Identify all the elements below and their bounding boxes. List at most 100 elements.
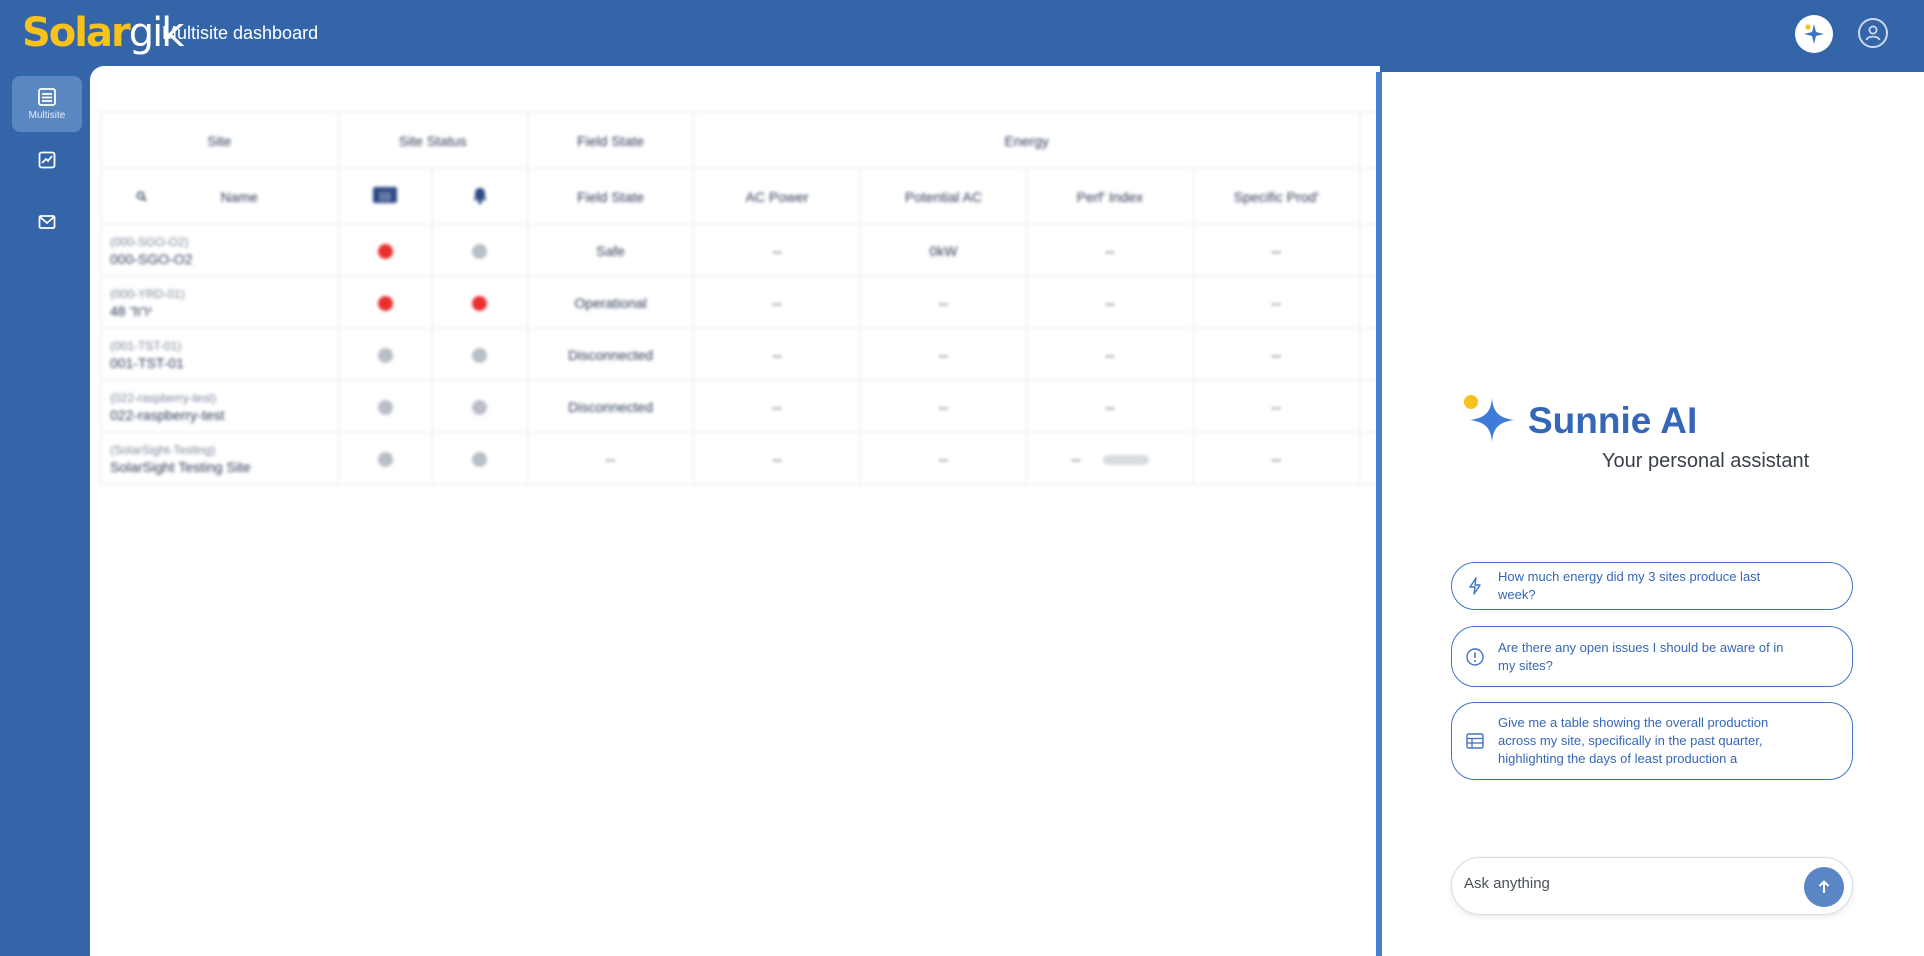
status-dot-grey	[377, 451, 393, 467]
alert-icon	[1452, 647, 1498, 667]
sparkle-icon	[1804, 24, 1824, 44]
status-dot-grey	[472, 243, 488, 259]
field-state-cell: Safe	[526, 224, 695, 277]
perf-index-value: --	[1071, 450, 1081, 467]
suggestion-text: How much energy did my 3 sites produce l…	[1498, 569, 1761, 602]
ask-input[interactable]	[1464, 875, 1784, 892]
nav-label-multisite: Multisite	[28, 110, 66, 121]
status-dot-grey	[472, 347, 488, 363]
field-state-cell: --	[526, 432, 695, 485]
search-icon[interactable]	[124, 189, 160, 205]
ask-anything-box	[1451, 857, 1853, 915]
perf-index-cell: --	[1026, 432, 1194, 485]
user-profile-button[interactable]	[1858, 18, 1888, 48]
nav-item-multisite[interactable]: Multisite	[12, 76, 82, 132]
site-cell[interactable]: (SolarSight-Testing) SolarSight Testing S…	[100, 432, 339, 485]
table-row[interactable]: (000-YRD-01) ירוד 48 Operational -- -- --…	[100, 276, 1380, 329]
status-dot-red	[377, 295, 393, 311]
column-header-name[interactable]: Name	[100, 168, 339, 225]
status-cell	[337, 380, 434, 433]
bolt-icon	[1452, 577, 1498, 595]
site-name: ירוד 48	[110, 302, 152, 319]
site-cell[interactable]: (001-TST-01) 001-TST-01	[100, 328, 339, 381]
nav-item-reports[interactable]	[12, 140, 82, 180]
status-cell	[432, 276, 528, 329]
column-header-ac-power[interactable]: AC Power	[693, 168, 861, 225]
column-header-perf-index[interactable]: Perf' Index	[1026, 168, 1194, 225]
site-code: (001-TST-01)	[110, 338, 182, 353]
table-row[interactable]: (001-TST-01) 001-TST-01 Disconnected -- -…	[100, 328, 1380, 381]
status-dot-red	[472, 295, 488, 311]
sites-table: Site Site Status Field State Energy Name	[100, 112, 1380, 485]
status-cell	[337, 328, 434, 381]
site-name: 001-TST-01	[110, 354, 184, 371]
solargik-logo[interactable]: Solargik	[22, 10, 184, 56]
group-header-site: Site	[100, 112, 339, 169]
potential-ac-cell: 0kW	[859, 224, 1028, 277]
communication-status-icon: ||||	[373, 187, 398, 203]
sites-table-container: Site Site Status Field State Energy Name	[100, 112, 1380, 485]
field-state-cell: Disconnected	[526, 328, 695, 381]
assistant-panel: Sunnie AI Your personal assistant How mu…	[1376, 72, 1924, 956]
perf-index-bar	[1102, 454, 1149, 465]
assistant-branding: Sunnie AI Your personal assistant	[1462, 392, 1862, 492]
arrow-up-icon	[1818, 880, 1830, 893]
site-code: (022-raspberry-test)	[110, 390, 217, 405]
status-dot-grey	[472, 399, 488, 415]
site-cell[interactable]: (000-SGO-O2) 000-SGO-O2	[100, 224, 339, 277]
column-header-field-state[interactable]: Field State	[526, 168, 695, 225]
suggestion-chip[interactable]: Give me a table showing the overall prod…	[1451, 702, 1853, 780]
top-bar: Solargik Multisite dashboard	[0, 0, 1924, 66]
column-header-status-comm[interactable]: ||||	[337, 168, 434, 225]
potential-ac-cell: --	[859, 380, 1028, 433]
site-code: (000-YRD-01)	[110, 286, 185, 301]
status-dot-grey	[377, 347, 393, 363]
perf-index-cell: --	[1026, 276, 1194, 329]
column-header-specific-prod[interactable]: Specific Prod'	[1192, 168, 1361, 225]
status-dot-grey	[377, 399, 393, 415]
mail-icon	[38, 215, 56, 229]
status-cell	[337, 432, 434, 485]
reports-icon	[38, 151, 56, 169]
table-icon	[1452, 732, 1498, 750]
column-label-name: Name	[220, 188, 258, 205]
field-state-cell: Operational	[526, 276, 695, 329]
specific-prod-cell: --	[1192, 224, 1361, 277]
column-header-status-alerts[interactable]	[432, 168, 528, 225]
status-cell	[432, 432, 528, 485]
bell-icon	[472, 188, 487, 204]
sparkle-icon	[1464, 395, 1514, 442]
ac-power-cell: --	[693, 224, 861, 277]
specific-prod-cell: --	[1192, 328, 1361, 381]
status-cell	[337, 276, 434, 329]
ai-assistant-button[interactable]	[1795, 15, 1833, 53]
ac-power-cell: --	[693, 380, 861, 433]
status-dot-red	[377, 243, 393, 259]
app-title: Multisite dashboard	[162, 23, 319, 43]
table-row[interactable]: (000-SGO-O2) 000-SGO-O2 Safe -- 0kW -- --	[100, 224, 1380, 277]
suggestion-chip[interactable]: How much energy did my 3 sites produce l…	[1451, 562, 1853, 610]
user-icon	[1865, 25, 1881, 41]
potential-ac-cell: --	[859, 276, 1028, 329]
field-state-cell: Disconnected	[526, 380, 695, 433]
suggestion-text: Are there any open issues I should be aw…	[1498, 639, 1784, 673]
column-header-potential-ac[interactable]: Potential AC	[859, 168, 1028, 225]
side-navigation: Multisite	[0, 66, 90, 956]
status-cell	[432, 380, 528, 433]
suggestion-chip[interactable]: Are there any open issues I should be aw…	[1451, 626, 1853, 687]
table-row[interactable]: (SolarSight-Testing) SolarSight Testing S…	[100, 432, 1380, 485]
nav-item-messages[interactable]	[12, 202, 82, 242]
status-dot-grey	[472, 451, 488, 467]
perf-index-cell: --	[1026, 224, 1194, 277]
send-button[interactable]	[1804, 867, 1844, 907]
site-cell[interactable]: (000-YRD-01) ירוד 48	[100, 276, 339, 329]
site-cell[interactable]: (022-raspberry-test) 022-raspberry-test	[100, 380, 339, 433]
table-row[interactable]: (022-raspberry-test) 022-raspberry-test D…	[100, 380, 1380, 433]
specific-prod-cell: --	[1192, 380, 1361, 433]
site-code: (000-SGO-O2)	[110, 234, 189, 249]
logo-text-solar: Solar	[22, 10, 131, 56]
main-content: Site Site Status Field State Energy Name	[90, 66, 1380, 956]
site-name: 000-SGO-O2	[110, 250, 193, 267]
group-header-site-status: Site Status	[337, 112, 528, 169]
site-code: (SolarSight-Testing)	[110, 442, 216, 457]
